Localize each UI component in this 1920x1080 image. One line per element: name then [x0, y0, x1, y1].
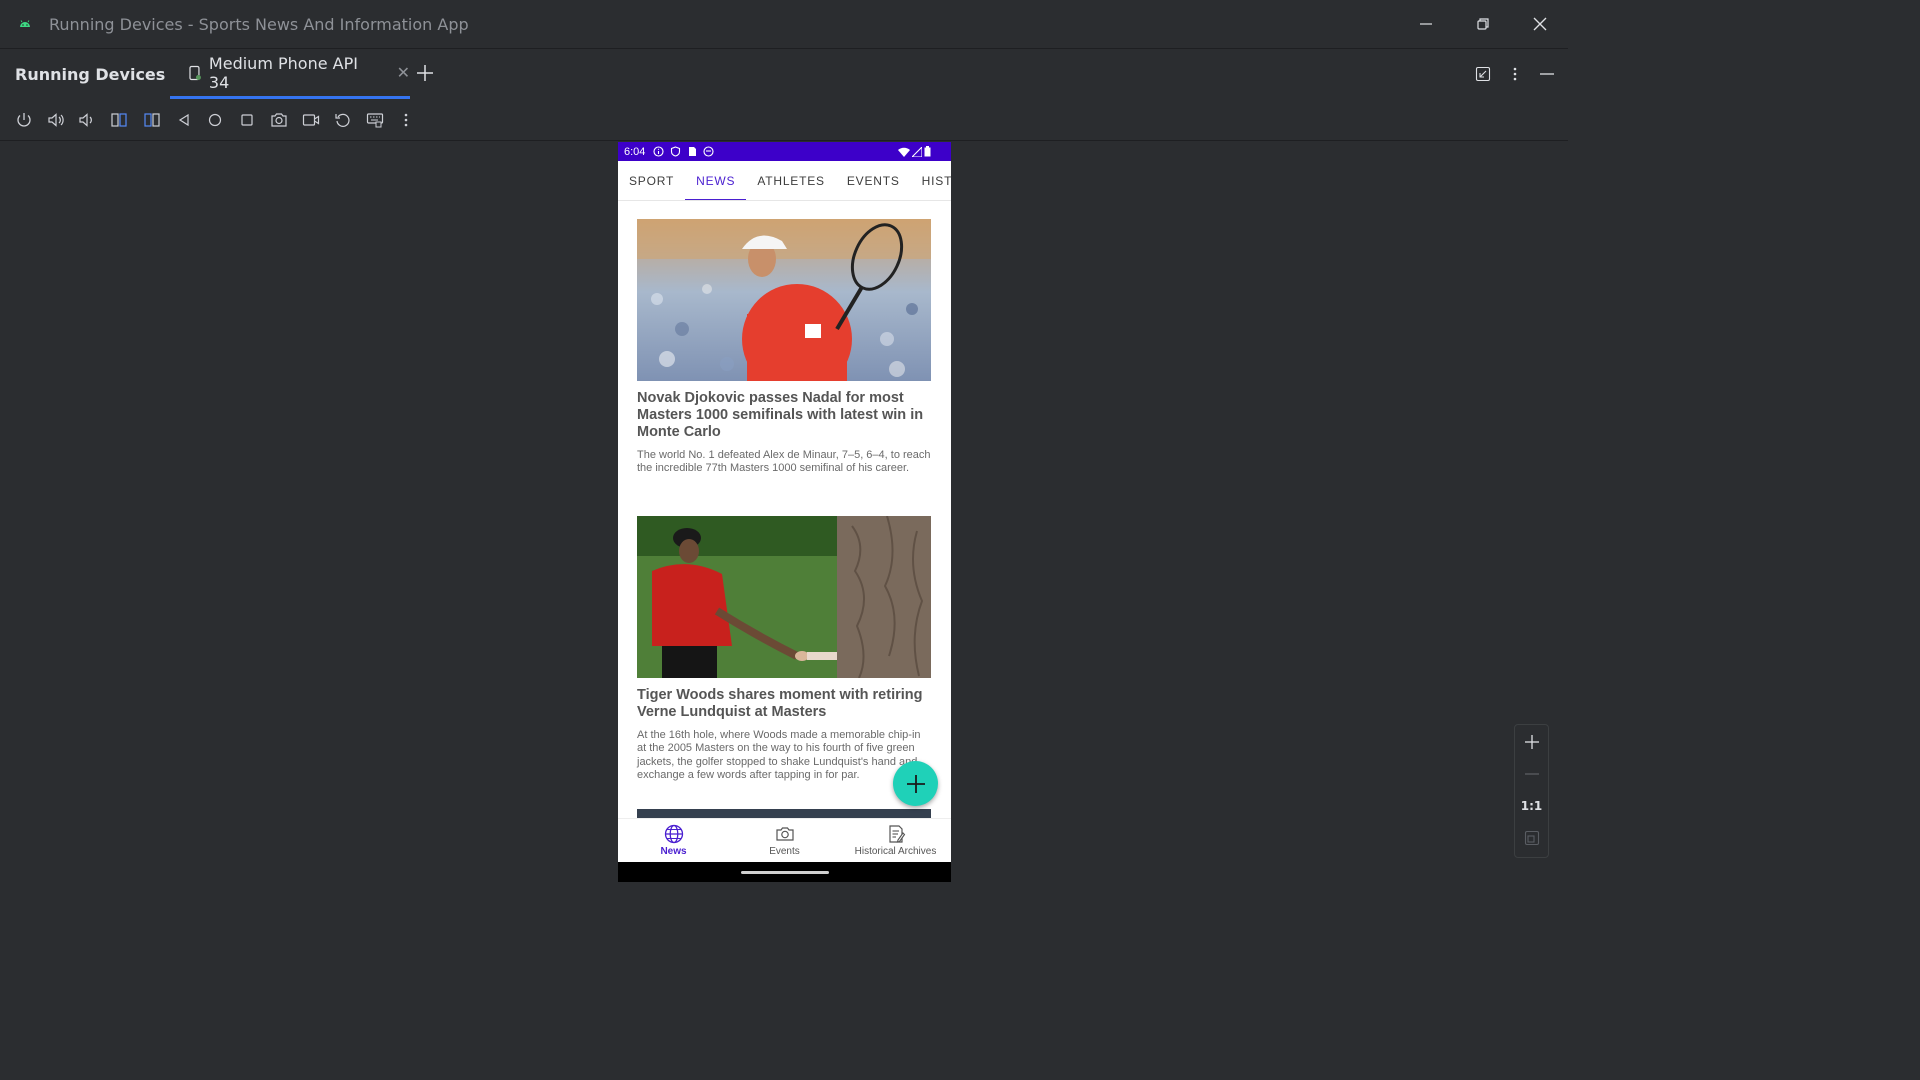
toolwindow-header: Running Devices Medium Phone API 34 ✕ [0, 49, 1568, 99]
nav-news-label: News [660, 846, 687, 857]
plus-icon [906, 774, 925, 793]
collapse-icon [1475, 66, 1491, 82]
wifi-icon [898, 147, 910, 157]
sim-card-icon [689, 147, 697, 156]
article-image [637, 219, 931, 381]
keyboard-button[interactable] [365, 110, 385, 130]
fit-screen-button[interactable] [1515, 823, 1548, 853]
screenshot-button[interactable] [269, 110, 289, 130]
overview-button[interactable] [237, 110, 257, 130]
options-button[interactable] [1504, 61, 1526, 87]
category-tabs: SPORT NEWS ATHLETES EVENTS HISTORIC [618, 161, 951, 201]
signal-icon [912, 146, 922, 157]
zoom-in-icon [1524, 735, 1539, 749]
article-title: Novak Djokovic passes Nadal for most Mas… [637, 390, 924, 440]
emulator-toolbar [0, 100, 1568, 141]
toolwindow-title: Running Devices [15, 64, 166, 84]
status-time: 6:04 [624, 145, 646, 158]
status-bar: 6:04 [618, 142, 951, 161]
camera-icon [775, 827, 794, 841]
close-tab-icon[interactable]: ✕ [397, 63, 410, 82]
more-button[interactable] [396, 110, 416, 130]
add-device-button[interactable] [415, 63, 435, 87]
hide-window-button[interactable] [1472, 61, 1494, 87]
edit-note-icon [888, 825, 905, 843]
article-title: Tiger Woods shares moment with retiring … [637, 687, 923, 720]
news-feed[interactable]: Novak Djokovic passes Nadal for most Mas… [618, 201, 951, 818]
android-icon [20, 20, 30, 27]
globe-icon [664, 824, 683, 844]
tab-athletes[interactable]: ATHLETES [746, 161, 836, 200]
restore-button[interactable] [1454, 0, 1511, 48]
news-card[interactable]: Novak Djokovic passes Nadal for most Mas… [637, 219, 932, 476]
news-card[interactable]: Tiger Woods shares moment with retiring … [637, 516, 932, 783]
sync-icon [703, 146, 714, 157]
record-icon [302, 114, 320, 126]
tab-events[interactable]: EVENTS [836, 161, 911, 200]
battery-icon [924, 146, 931, 157]
device-screen[interactable]: 6:04 SPORT NEWS ATHLETES EVENTS HISTORIC [618, 142, 951, 882]
close-icon [1533, 17, 1546, 31]
fit-screen-icon [1524, 830, 1539, 846]
nav-historical-archives-label: Historical Archives [854, 846, 937, 857]
device-tab-label: Medium Phone API 34 [208, 53, 358, 92]
window-title: Running Devices - Sports News And Inform… [49, 14, 469, 34]
minimize-button[interactable] [1397, 0, 1454, 48]
restore-icon [1476, 18, 1489, 30]
device-tab[interactable]: Medium Phone API 34 ✕ [170, 49, 410, 99]
volume-down-icon [79, 113, 92, 127]
power-icon [17, 113, 31, 127]
tab-historic[interactable]: HISTORIC [911, 161, 951, 200]
reset-button[interactable] [333, 110, 353, 130]
zoom-out-button[interactable] [1515, 759, 1548, 789]
close-window-button[interactable] [1511, 0, 1568, 48]
more-icon [404, 113, 408, 127]
home-gesture-handle[interactable] [741, 871, 829, 874]
power-button[interactable] [14, 110, 34, 130]
home-button[interactable] [205, 110, 225, 130]
volume-up-icon [48, 113, 64, 127]
tab-sport[interactable]: SPORT [618, 161, 685, 200]
minimize-toolwindow-button[interactable] [1536, 61, 1558, 87]
device-icon [189, 65, 201, 80]
bottom-navigation: News Events Historical Archives [618, 818, 951, 863]
overview-icon [241, 114, 253, 126]
home-icon [208, 113, 222, 127]
article-image-partial [637, 809, 931, 818]
zoom-in-button[interactable] [1515, 727, 1548, 757]
record-button[interactable] [301, 110, 321, 130]
gesture-bar [618, 862, 951, 882]
plus-icon [417, 65, 433, 81]
volume-down-button[interactable] [77, 110, 97, 130]
info-icon [653, 146, 664, 157]
screenshot-icon [271, 113, 287, 127]
add-fab-button[interactable] [893, 761, 938, 806]
article-summary: At the 16th hole, where Woods made a mem… [637, 729, 921, 782]
zoom-out-icon [1524, 773, 1539, 775]
actual-size-button[interactable]: 1:1 [1515, 791, 1548, 821]
reset-icon [335, 113, 350, 127]
nav-news[interactable]: News [618, 819, 729, 863]
back-button[interactable] [174, 110, 194, 130]
zoom-controls: 1:1 [1514, 724, 1549, 858]
article-summary: The world No. 1 defeated Alex de Minaur,… [637, 449, 931, 475]
minimize-icon [1540, 73, 1554, 75]
more-vertical-icon [1513, 67, 1517, 81]
nav-events-label: Events [769, 846, 800, 857]
shield-icon [671, 146, 681, 157]
keyboard-icon [366, 113, 384, 128]
volume-up-button[interactable] [46, 110, 66, 130]
article-image [637, 516, 931, 678]
tab-news[interactable]: NEWS [685, 161, 747, 200]
nav-historical-archives[interactable]: Historical Archives [840, 819, 951, 863]
rotate-left-icon [111, 113, 127, 127]
rotate-right-button[interactable] [142, 110, 162, 130]
back-icon [178, 113, 189, 127]
rotate-right-icon [144, 113, 160, 127]
minimize-icon [1419, 23, 1432, 25]
nav-events[interactable]: Events [729, 819, 840, 863]
rotate-left-button[interactable] [109, 110, 129, 130]
title-bar: Running Devices - Sports News And Inform… [0, 0, 1568, 49]
